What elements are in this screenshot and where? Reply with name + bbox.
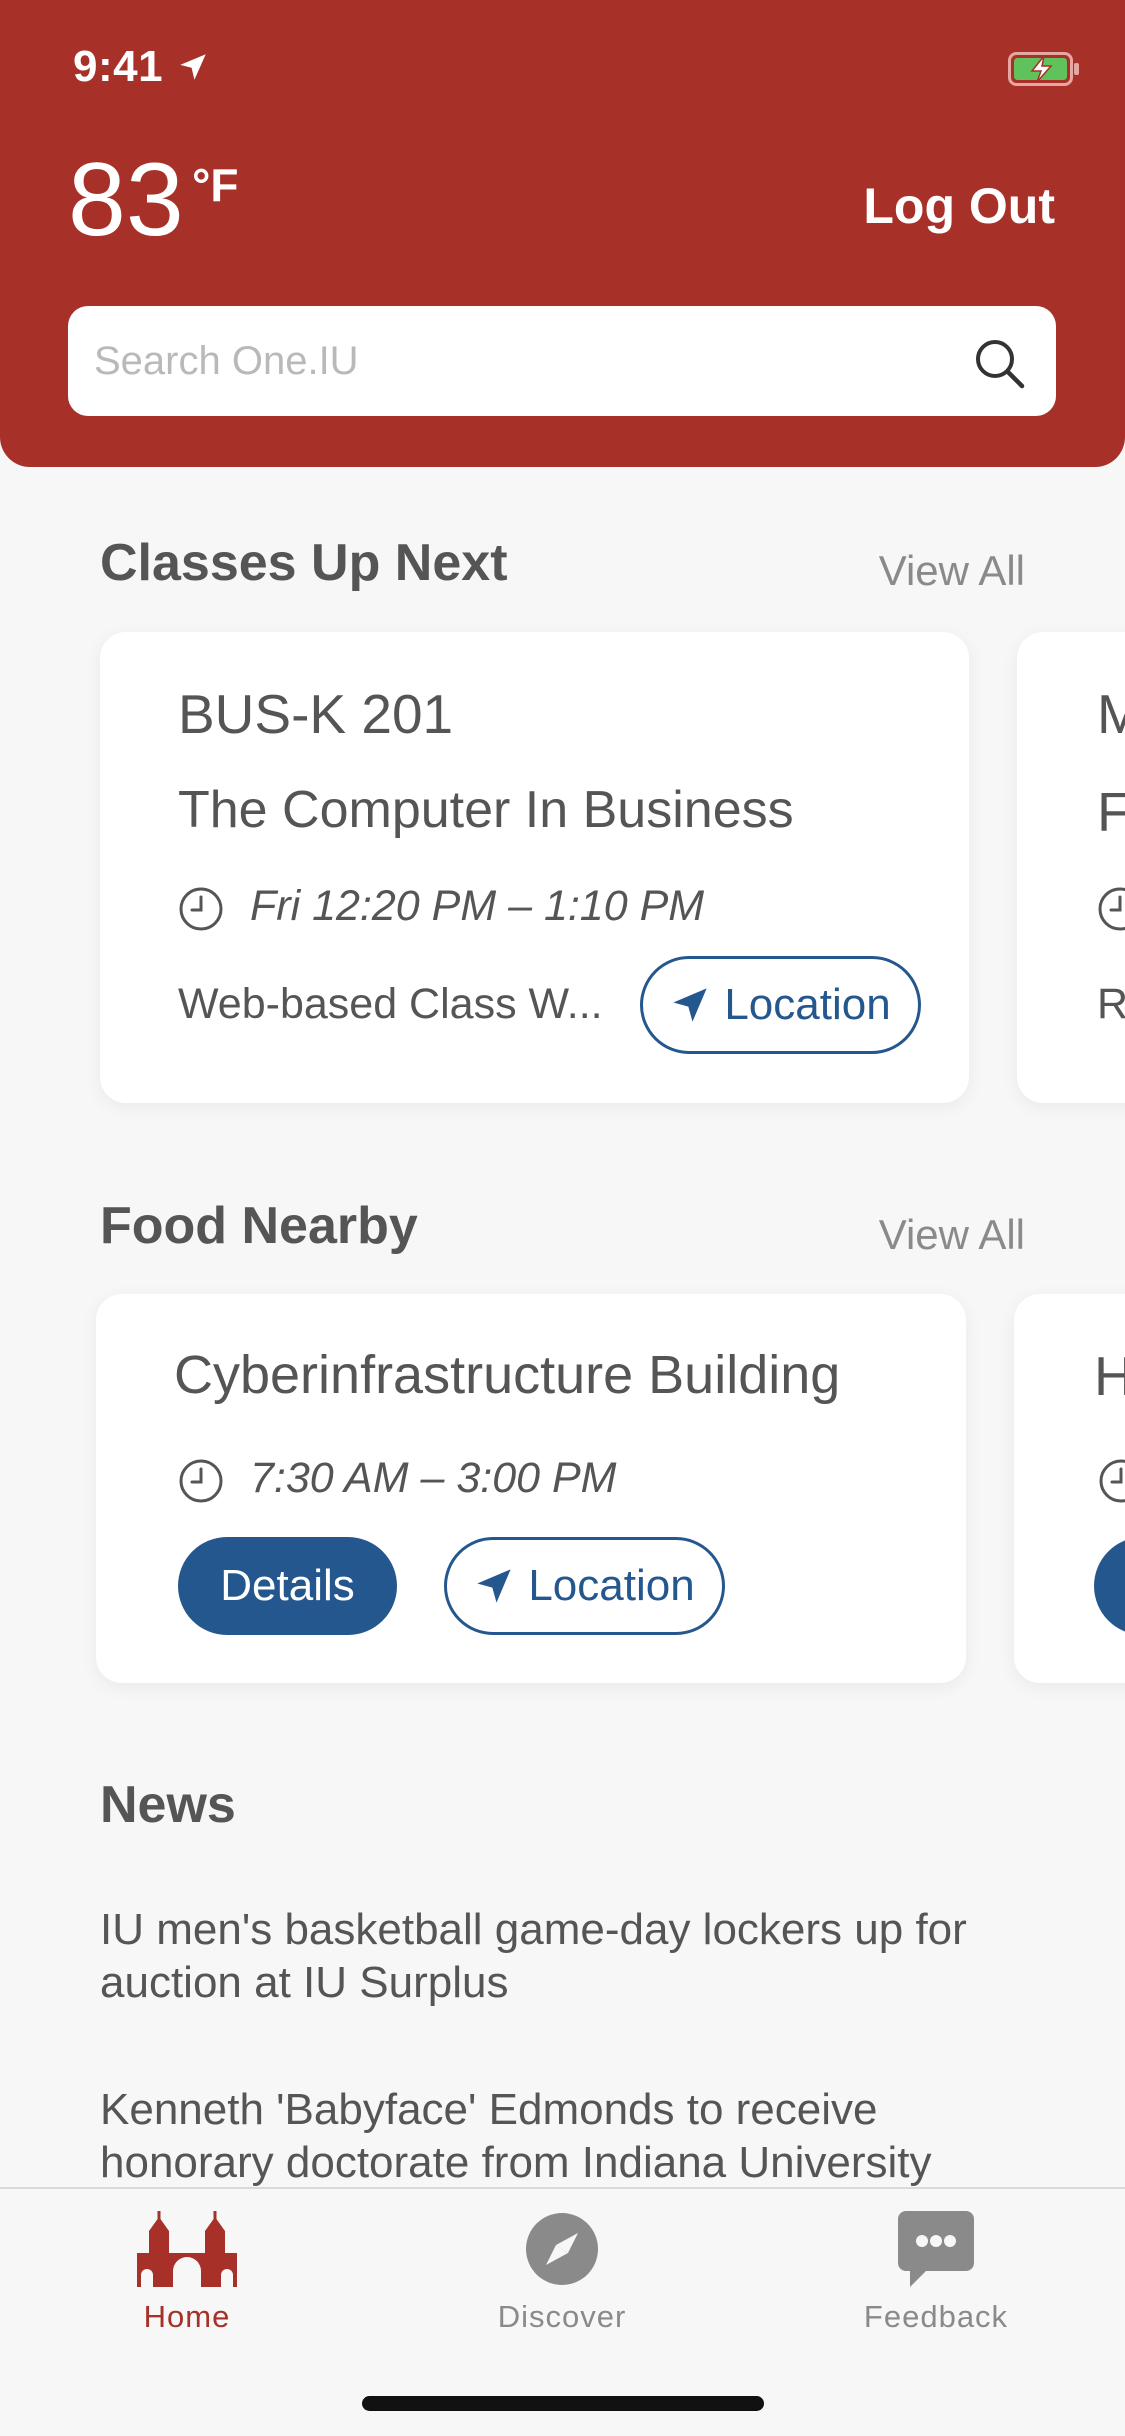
battery-charging-icon [1008, 52, 1079, 86]
news-section-title: News [100, 1776, 236, 1834]
clock-icon [179, 887, 223, 931]
class-card-peek[interactable]: M F R [1017, 632, 1125, 1103]
food-location-button[interactable]: Location [444, 1537, 725, 1635]
navigation-arrow-icon [673, 988, 707, 1022]
tab-home-label: Home [143, 2299, 231, 2334]
peek-course-title: F [1097, 781, 1125, 843]
search-icon[interactable] [972, 336, 1028, 392]
home-indicator[interactable] [362, 2396, 764, 2411]
compass-icon [526, 2213, 598, 2285]
food-section-title: Food Nearby [100, 1197, 418, 1255]
status-time: 9:41 [73, 42, 164, 91]
navigation-arrow-icon [477, 1569, 511, 1603]
tab-discover-label: Discover [497, 2299, 627, 2334]
peek-details-button[interactable] [1094, 1537, 1125, 1635]
search-bar [68, 306, 1056, 416]
peek-food-name: H [1094, 1345, 1125, 1407]
tab-discover[interactable]: Discover [452, 2209, 672, 2349]
food-location-name: Cyberinfrastructure Building [174, 1345, 841, 1405]
home-screen: 9:41 83 °F Log Out Classes Up Next View … [0, 0, 1125, 2436]
location-label: Location [528, 1561, 695, 1610]
header: 9:41 83 °F Log Out [0, 0, 1125, 467]
class-card[interactable]: BUS-K 201 The Computer In Business Fri 1… [100, 632, 969, 1103]
tab-home[interactable]: Home [77, 2209, 297, 2349]
course-code: BUS-K 201 [178, 683, 454, 745]
class-location-text: Web-based Class W... [178, 980, 603, 1028]
clock-icon [1098, 887, 1125, 931]
food-card[interactable]: Cyberinfrastructure Building 7:30 AM – 3… [96, 1294, 966, 1683]
peek-course-code: M [1097, 683, 1125, 745]
classes-view-all-link[interactable]: View All [879, 547, 1025, 595]
tab-feedback[interactable]: Feedback [826, 2209, 1046, 2349]
chat-bubble-icon [898, 2211, 974, 2287]
logout-button[interactable]: Log Out [863, 177, 1055, 235]
clock-icon [1099, 1459, 1125, 1503]
news-item[interactable]: IU men's basketball game-day lockers up … [100, 1903, 1060, 2009]
class-time: Fri 12:20 PM – 1:10 PM [250, 882, 705, 930]
tab-feedback-label: Feedback [863, 2299, 1009, 2334]
temperature-unit: °F [192, 159, 239, 211]
peek-location-text: R [1097, 980, 1125, 1028]
food-hours: 7:30 AM – 3:00 PM [250, 1454, 617, 1502]
classes-section-title: Classes Up Next [100, 534, 508, 592]
food-view-all-link[interactable]: View All [879, 1211, 1025, 1259]
food-card-peek[interactable]: H [1014, 1294, 1125, 1683]
class-location-button[interactable]: Location [640, 956, 921, 1054]
search-input[interactable] [94, 306, 954, 416]
location-services-icon [180, 54, 206, 80]
temperature-value: 83 [68, 142, 184, 258]
clock-icon [179, 1459, 223, 1503]
news-item[interactable]: Kenneth 'Babyface' Edmonds to receive ho… [100, 2083, 1060, 2189]
location-label: Location [724, 980, 891, 1029]
course-title: The Computer In Business [178, 781, 794, 839]
home-icon [137, 2211, 237, 2287]
details-button[interactable]: Details [178, 1537, 397, 1635]
